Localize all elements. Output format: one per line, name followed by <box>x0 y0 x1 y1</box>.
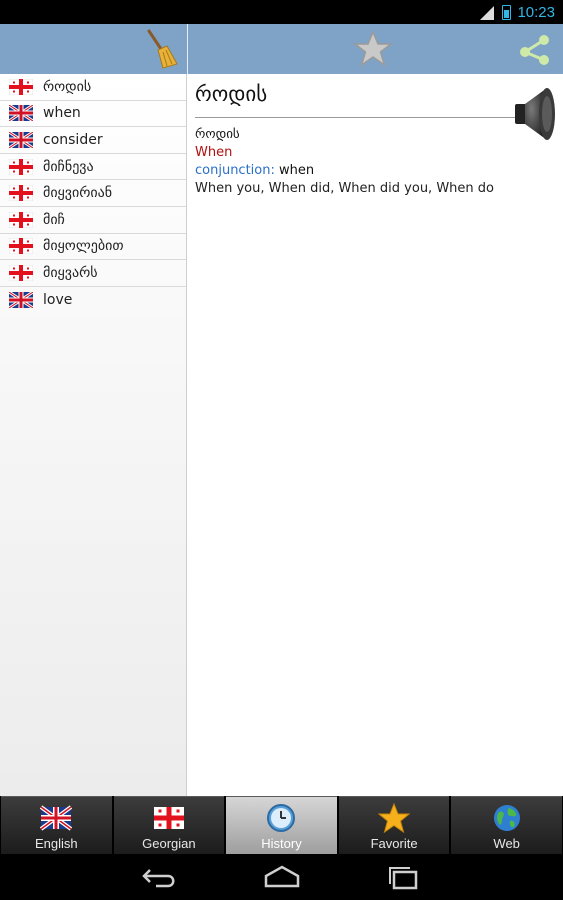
translation: When <box>195 145 233 160</box>
history-item-label: when <box>43 105 81 122</box>
history-item-label: მიჩნევა <box>43 158 94 175</box>
entry-toolbar <box>188 24 563 74</box>
history-item-label: მიყვირიან <box>43 185 113 202</box>
signal-icon <box>478 4 496 20</box>
history-item-label: მიყოლებით <box>43 238 124 255</box>
history-item[interactable]: when <box>0 101 186 128</box>
history-item[interactable]: consider <box>0 127 186 154</box>
tab-history[interactable]: History <box>226 796 337 854</box>
history-item-label: მიჩ <box>43 211 65 228</box>
tab-label: Georgian <box>142 836 196 851</box>
history-toolbar <box>0 24 187 74</box>
history-item[interactable]: მიყვარს <box>0 260 186 287</box>
favorite-star-icon[interactable] <box>352 30 394 68</box>
tab-label: History <box>261 836 302 851</box>
navigation-bar <box>0 854 563 900</box>
tab-label: Favorite <box>370 836 418 851</box>
uk-flag-icon <box>40 805 73 831</box>
tab-label: English <box>34 836 78 851</box>
broom-icon[interactable] <box>143 28 179 70</box>
history-item[interactable]: მიყვირიან <box>0 180 186 207</box>
history-item-label: consider <box>43 131 103 148</box>
georgia-flag-icon <box>9 238 33 255</box>
history-item[interactable]: მიჩნევა <box>0 154 186 181</box>
home-icon[interactable] <box>260 862 304 892</box>
clock: 10:23 <box>517 3 555 21</box>
history-list: როდის when consider მიჩნევა მიყვირიან მი… <box>0 74 187 796</box>
tab-favorite[interactable]: Favorite <box>338 796 450 854</box>
clock-icon <box>267 804 296 832</box>
part-of-speech: conjunction: <box>195 163 275 178</box>
georgia-flag-icon <box>9 185 33 202</box>
history-item-label: love <box>43 292 73 309</box>
uk-flag-icon <box>9 292 33 309</box>
part-of-speech-line: conjunction: when <box>195 162 494 180</box>
status-bar: 10:23 <box>0 0 563 24</box>
georgia-flag-icon <box>9 158 33 175</box>
georgia-flag-icon <box>9 211 33 228</box>
tab-web[interactable]: Web <box>451 796 562 854</box>
headword: როდის <box>195 127 240 142</box>
back-icon[interactable] <box>138 862 182 892</box>
entry-title: როდის <box>195 82 268 106</box>
tab-bar: English Georgian History Favorite Web <box>0 796 563 854</box>
history-item-label: მიყვარს <box>43 264 98 281</box>
history-item[interactable]: მიჩ <box>0 207 186 234</box>
history-item[interactable]: მიყოლებით <box>0 234 186 261</box>
tab-english[interactable]: English <box>1 796 112 854</box>
georgia-flag-icon <box>153 807 184 829</box>
title-divider <box>195 117 555 118</box>
pos-meaning: when <box>274 163 315 178</box>
history-item-label: როდის <box>43 78 92 95</box>
uk-flag-icon <box>9 105 33 122</box>
tab-label: Web <box>493 836 520 851</box>
recent-apps-icon[interactable] <box>382 862 426 892</box>
georgia-flag-icon <box>9 78 33 95</box>
entry-panel: როდის როდის When conjunction: when When … <box>188 74 563 796</box>
history-item[interactable]: როდის <box>0 74 186 101</box>
battery-icon <box>502 4 512 20</box>
tab-georgian[interactable]: Georgian <box>113 796 225 854</box>
phrases: When you, When did, When did you, When d… <box>195 181 494 196</box>
globe-icon <box>493 805 520 831</box>
speaker-icon[interactable] <box>513 84 557 144</box>
uk-flag-icon <box>9 131 33 148</box>
star-icon <box>378 803 411 833</box>
history-item[interactable]: love <box>0 287 186 314</box>
definition: როდის When conjunction: when When you, W… <box>195 126 494 198</box>
georgia-flag-icon <box>9 264 33 281</box>
share-icon[interactable] <box>517 32 553 66</box>
